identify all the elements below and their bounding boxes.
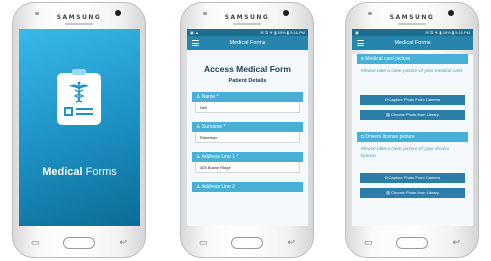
back-icon[interactable]: ↩ <box>287 237 295 248</box>
status-bar: ▣ ✉ ⇅ ▼.▮ 59% ▮ 5:16 PM <box>352 29 473 36</box>
surname-field: ♙ Surname * Roberson <box>192 122 303 143</box>
splash-title-bold: Medical <box>42 166 83 178</box>
front-camera <box>448 10 454 16</box>
app-bar-title: Medical Forms <box>394 40 431 46</box>
name-input[interactable]: Neil <box>195 102 300 113</box>
capture-medical-card-button[interactable]: ◘ Capture Photo From Camera <box>360 95 465 105</box>
brand-label: SAMSUNG <box>389 14 435 21</box>
hamburger-menu-icon[interactable] <box>357 40 364 48</box>
address-line-2-field: ♙ Address Line 2 <box>192 182 303 192</box>
back-icon[interactable]: ↩ <box>119 237 127 248</box>
splash-background: Medical Forms <box>19 29 140 226</box>
photos-screen: ▣ ✉ ⇅ ▼.▮ 59% ▮ 5:16 PM Medical Forms ◘ … <box>352 29 473 226</box>
status-right: ✉ ⇅ ▼.▮ 59% ▮ 5:16 PM <box>260 30 305 35</box>
earpiece-speaker <box>233 23 261 25</box>
medical-clipboard-icon <box>57 69 101 125</box>
choose-license-button[interactable]: ▨ Choose Photo from Library <box>360 188 465 198</box>
address-line-1-field: ♙ Address Line 1 * 405 Bushe Ridge <box>192 152 303 173</box>
status-bar: ▣ ▲ ✉ ⇅ ▼.▮ 59% ▮ 5:16 PM <box>187 29 308 36</box>
status-left: ▣ <box>355 30 359 35</box>
form-subtitle: Patient Details <box>228 78 267 84</box>
recent-apps-icon[interactable]: ▭ <box>364 237 373 248</box>
drivers-license-heading: ◘ Drivers license picture <box>357 132 468 142</box>
front-camera <box>283 10 289 16</box>
home-button[interactable] <box>63 237 95 249</box>
medical-card-heading: ◘ Medical card picture <box>357 54 468 64</box>
earpiece-speaker <box>398 23 426 25</box>
app-bar: Medical Forms <box>352 36 473 50</box>
hamburger-menu-icon[interactable] <box>192 40 199 48</box>
photos-content: ◘ Medical card picture Please take a cle… <box>352 54 473 226</box>
home-button[interactable] <box>396 237 428 249</box>
field-label: ♙ Address Line 1 * <box>192 152 303 162</box>
capture-license-button[interactable]: ◘ Capture Photo From Camera <box>360 173 465 183</box>
address-line-1-input[interactable]: 405 Bushe Ridge <box>195 162 300 173</box>
status-left: ▣ ▲ <box>190 30 199 35</box>
choose-medical-card-button[interactable]: ▨ Choose Photo from Library <box>360 110 465 120</box>
name-field: ♙ Name * Neil <box>192 92 303 113</box>
form-screen: ▣ ▲ ✉ ⇅ ▼.▮ 59% ▮ 5:16 PM Medical Forms … <box>187 29 308 226</box>
caduceus-icon <box>64 81 93 116</box>
front-camera <box>115 10 121 16</box>
phone-splash: SAMSUNG Medical Forms ▭ ↩ <box>12 2 146 258</box>
field-label: ♙ Name * <box>192 92 303 102</box>
surname-input[interactable]: Roberson <box>195 132 300 143</box>
app-bar-title: Medical Forms <box>229 40 266 46</box>
field-label: ♙ Address Line 2 <box>192 182 303 192</box>
recent-apps-icon[interactable]: ▭ <box>31 237 40 248</box>
app-bar: Medical Forms <box>187 36 308 50</box>
drivers-license-instruction: Please take a clear picture of your driv… <box>361 147 450 159</box>
form-title: Access Medical Form <box>204 64 291 74</box>
brand-label: SAMSUNG <box>56 14 102 21</box>
splash-title-light: Forms <box>85 166 117 178</box>
earpiece-speaker <box>65 23 93 25</box>
status-right: ✉ ⇅ ▼.▮ 59% ▮ 5:16 PM <box>425 30 470 35</box>
field-label: ♙ Surname * <box>192 122 303 132</box>
medical-card-instruction: Please take a clear picture of your medi… <box>361 69 463 74</box>
phone-photos: SAMSUNG ▣ ✉ ⇅ ▼.▮ 59% ▮ 5:16 PM Medical … <box>345 2 479 258</box>
back-icon[interactable]: ↩ <box>452 237 460 248</box>
home-button[interactable] <box>231 237 263 249</box>
splash-title: Medical Forms <box>19 166 140 178</box>
splash-screen: Medical Forms <box>19 29 140 226</box>
recent-apps-icon[interactable]: ▭ <box>199 237 208 248</box>
form-content: Access Medical Form Patient Details ♙ Na… <box>187 50 308 226</box>
clipboard-clip <box>72 69 86 75</box>
brand-label: SAMSUNG <box>224 14 270 21</box>
phone-form: SAMSUNG ▣ ▲ ✉ ⇅ ▼.▮ 59% ▮ 5:16 PM Medica… <box>180 2 314 258</box>
